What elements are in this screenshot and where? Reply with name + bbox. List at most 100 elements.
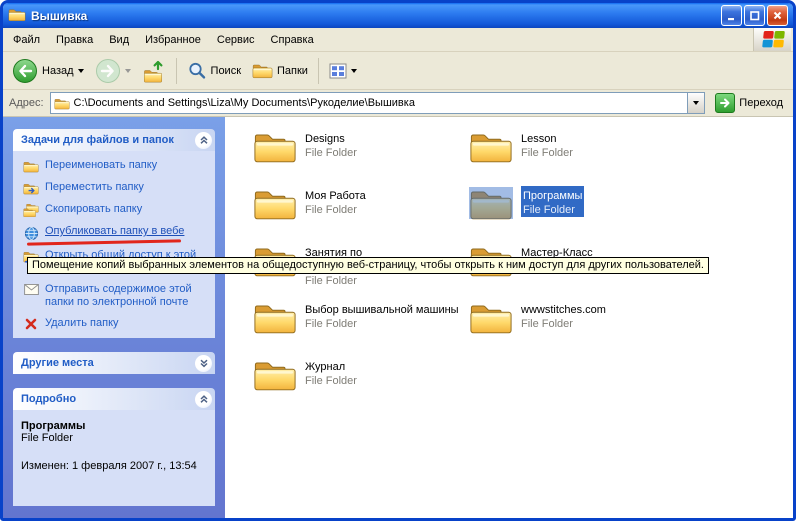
task-publish-folder-web[interactable]: Опубликовать папку в вебе	[23, 225, 211, 241]
folder-name: wwwstitches.com	[521, 303, 606, 317]
minimize-button[interactable]	[721, 5, 742, 26]
window-body: Задачи для файлов и папок Переименовать …	[3, 117, 793, 518]
forward-button[interactable]	[90, 55, 136, 87]
window-folder-icon	[8, 7, 26, 25]
folder-labels: Моя Работа File Folder	[305, 186, 366, 217]
details-panel: Программы File Folder Изменен: 1 февраля…	[13, 410, 215, 506]
chevron-up-icon[interactable]	[195, 132, 212, 149]
details-modified: Изменен: 1 февраля 2007 г., 13:54	[21, 460, 207, 472]
folder-icon	[253, 300, 297, 335]
folder-content: Designs File Folder Lesson File Folder М…	[225, 117, 793, 518]
task-copy-folder[interactable]: Скопировать папку	[23, 203, 211, 217]
titlebar[interactable]: Вышивка	[3, 3, 793, 28]
folder-item-wwwstitches[interactable]: wwwstitches.com File Folder	[469, 300, 675, 357]
delete-icon	[23, 317, 39, 330]
menu-favorites[interactable]: Избранное	[137, 30, 209, 50]
back-button[interactable]: Назад	[7, 55, 89, 87]
folder-item-lesson[interactable]: Lesson File Folder	[469, 129, 675, 186]
folder-type: File Folder	[521, 203, 584, 217]
details-name: Программы	[21, 420, 207, 432]
task-pane: Задачи для файлов и папок Переименовать …	[3, 117, 225, 518]
other-places-header[interactable]: Другие места	[13, 352, 215, 374]
go-label: Переход	[739, 97, 783, 109]
folder-labels: Lesson File Folder	[521, 129, 573, 160]
task-label: Переименовать папку	[45, 159, 157, 172]
folder-icon	[253, 357, 297, 392]
folder-type: File Folder	[305, 374, 357, 388]
task-label: Скопировать папку	[45, 203, 142, 216]
window-controls	[721, 5, 788, 26]
folders-label: Папки	[277, 65, 308, 77]
chevron-down-icon[interactable]	[195, 355, 212, 372]
folder-item-vybor-mashiny[interactable]: Выбор вышивальной машины File Folder	[253, 300, 459, 357]
folder-icon	[469, 129, 513, 164]
address-label: Адрес:	[9, 97, 44, 109]
other-places-section: Другие места	[13, 352, 215, 374]
forward-dropdown-icon[interactable]	[125, 69, 131, 73]
menu-edit[interactable]: Правка	[48, 30, 101, 50]
forward-icon	[95, 58, 121, 84]
menu-tools[interactable]: Сервис	[209, 30, 263, 50]
details-type: File Folder	[21, 432, 207, 444]
explorer-window: Вышивка Файл Правка Вид Избранное Сервис…	[0, 0, 796, 521]
details-section: Подробно Программы File Folder Изменен: …	[13, 388, 215, 506]
folder-type: File Folder	[521, 146, 573, 160]
menu-view[interactable]: Вид	[101, 30, 137, 50]
task-label: Опубликовать папку в вебе	[45, 225, 184, 238]
folder-name: Программы	[521, 189, 584, 203]
details-header[interactable]: Подробно	[13, 388, 215, 410]
task-delete-folder[interactable]: Удалить папку	[23, 317, 211, 330]
folder-icon	[253, 186, 297, 221]
file-folder-tasks-body: Переименовать папку Переместить папку Ск…	[13, 151, 215, 338]
task-email-folder[interactable]: Отправить содержимое этой папки по элект…	[23, 283, 211, 309]
move-folder-icon	[23, 181, 39, 195]
folder-type: File Folder	[305, 317, 459, 331]
back-dropdown-icon[interactable]	[78, 69, 84, 73]
folder-item-designs[interactable]: Designs File Folder	[253, 129, 459, 186]
maximize-button[interactable]	[744, 5, 765, 26]
menu-help[interactable]: Справка	[263, 30, 322, 50]
folder-icon-selected	[469, 186, 513, 221]
tooltip: Помещение копий выбранных элементов на о…	[27, 257, 709, 274]
publish-web-icon	[23, 225, 39, 241]
window-title: Вышивка	[31, 9, 87, 23]
folder-icon	[469, 300, 513, 335]
views-icon	[329, 63, 347, 79]
chevron-down-icon	[693, 101, 699, 105]
menu-file[interactable]: Файл	[5, 30, 48, 50]
close-button[interactable]	[767, 5, 788, 26]
folder-item-programmy-selected[interactable]: Программы File Folder	[469, 186, 675, 243]
address-value: C:\Documents and Settings\Liza\My Docume…	[74, 97, 415, 109]
address-input[interactable]: C:\Documents and Settings\Liza\My Docume…	[50, 92, 706, 114]
file-folder-tasks-header[interactable]: Задачи для файлов и папок	[13, 129, 215, 151]
views-button[interactable]	[324, 60, 362, 82]
folder-item-moya-rabota[interactable]: Моя Работа File Folder	[253, 186, 459, 243]
up-folder-icon	[142, 59, 166, 83]
go-button[interactable]: Переход	[711, 93, 787, 113]
toolbar-separator	[176, 58, 177, 84]
views-dropdown-icon[interactable]	[351, 69, 357, 73]
folder-type: File Folder	[521, 317, 606, 331]
address-dropdown-button[interactable]	[687, 93, 704, 113]
chevron-up-icon[interactable]	[195, 391, 212, 408]
task-move-folder[interactable]: Переместить папку	[23, 181, 211, 195]
search-button[interactable]: Поиск	[182, 58, 246, 84]
menubar: Файл Правка Вид Избранное Сервис Справка	[3, 28, 793, 52]
folder-icon	[253, 129, 297, 164]
up-button[interactable]	[137, 56, 171, 86]
folder-name: Журнал	[305, 360, 357, 374]
search-icon	[187, 61, 207, 81]
folder-type: File Folder	[305, 274, 459, 288]
folder-name: Designs	[305, 132, 357, 146]
folder-labels: wwwstitches.com File Folder	[521, 300, 606, 331]
folders-icon	[252, 62, 273, 79]
back-label: Назад	[42, 65, 74, 77]
copy-folder-icon	[23, 203, 39, 217]
toolbar-separator	[318, 58, 319, 84]
folder-item-zhurnal[interactable]: Журнал File Folder	[253, 357, 459, 414]
folder-labels: Designs File Folder	[305, 129, 357, 160]
task-rename-folder[interactable]: Переименовать папку	[23, 159, 211, 173]
folder-name: Lesson	[521, 132, 573, 146]
folders-button[interactable]: Папки	[247, 59, 313, 82]
address-folder-icon	[54, 97, 70, 110]
